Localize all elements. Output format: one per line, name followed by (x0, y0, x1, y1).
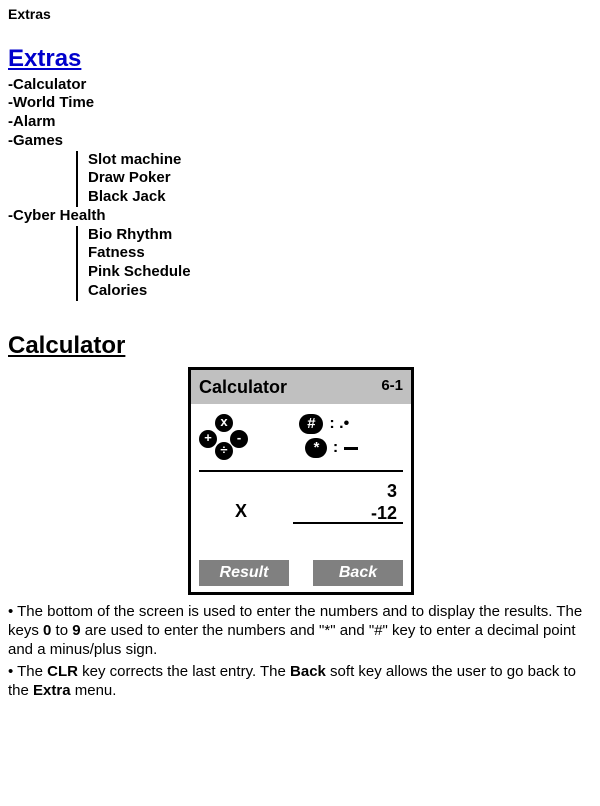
text: are used to enter the numbers and "*" an… (8, 622, 576, 658)
paragraph-1: • The bottom of the screen is used to en… (8, 603, 592, 659)
softkey-back[interactable]: Back (313, 560, 403, 586)
text: menu. (71, 682, 117, 699)
calculator-display: 3 X -12 (199, 480, 403, 526)
dpad-left-plus: + (199, 430, 217, 448)
calculator-titlebar: Calculator 6-1 (191, 370, 411, 405)
key-back: Back (290, 663, 326, 680)
menu-extra: Extra (33, 682, 71, 699)
entry-top: 3 (387, 480, 397, 503)
calc-index: 6-1 (381, 377, 403, 396)
sub-item: Calories (82, 282, 592, 301)
underline-icon (293, 522, 403, 524)
operator: X (235, 500, 247, 523)
calculator-body: x + - ÷ # : .• * : 3 X -12 (191, 404, 411, 592)
menu-item-cyber: -Cyber Health (8, 207, 592, 226)
text: to (51, 622, 72, 639)
divider (199, 470, 403, 472)
menu-item-games: -Games (8, 132, 592, 151)
hash-key-pill: # (299, 414, 323, 434)
sub-item: Fatness (82, 244, 592, 263)
sub-item: Pink Schedule (82, 263, 592, 282)
sub-item: Black Jack (82, 188, 592, 207)
star-key-pill: * (305, 438, 327, 458)
sub-item: Draw Poker (82, 169, 592, 188)
sub-item: Bio Rhythm (82, 226, 592, 245)
dpad-right-minus: - (230, 430, 248, 448)
softkey-row: Result Back (199, 560, 403, 586)
dpad-cross: x + - ÷ (199, 416, 247, 460)
key-9: 9 (72, 622, 80, 639)
text: • The (8, 663, 47, 680)
menu-item-calculator: -Calculator (8, 76, 592, 95)
key-legend: # : .• * : (251, 414, 403, 462)
section-title: Extras (8, 44, 592, 74)
text: key corrects the last entry. The (78, 663, 290, 680)
calculator-keyguide: x + - ÷ # : .• * : (199, 414, 403, 462)
menu-item-worldtime: -World Time (8, 94, 592, 113)
games-sublist: Slot machine Draw Poker Black Jack (8, 151, 592, 207)
hash-legend: : .• (329, 414, 349, 434)
cyber-sublist: Bio Rhythm Fatness Pink Schedule Calorie… (8, 226, 592, 301)
dpad-up-multiply: x (215, 414, 233, 432)
calc-title: Calculator (199, 376, 287, 399)
menu-list: -Calculator -World Time -Alarm -Games Sl… (8, 76, 592, 301)
star-legend: : (333, 438, 338, 458)
calculator-heading: Calculator (8, 331, 592, 361)
minus-symbol-icon (344, 447, 358, 450)
calculator-screen: Calculator 6-1 x + - ÷ # : .• * : (188, 367, 414, 596)
key-clr: CLR (47, 663, 78, 680)
softkey-result[interactable]: Result (199, 560, 289, 586)
menu-item-alarm: -Alarm (8, 113, 592, 132)
sub-item: Slot machine (82, 151, 592, 170)
dpad-down-divide: ÷ (215, 442, 233, 460)
paragraph-2: • The CLR key corrects the last entry. T… (8, 663, 592, 701)
page-small-title: Extras (8, 6, 592, 24)
